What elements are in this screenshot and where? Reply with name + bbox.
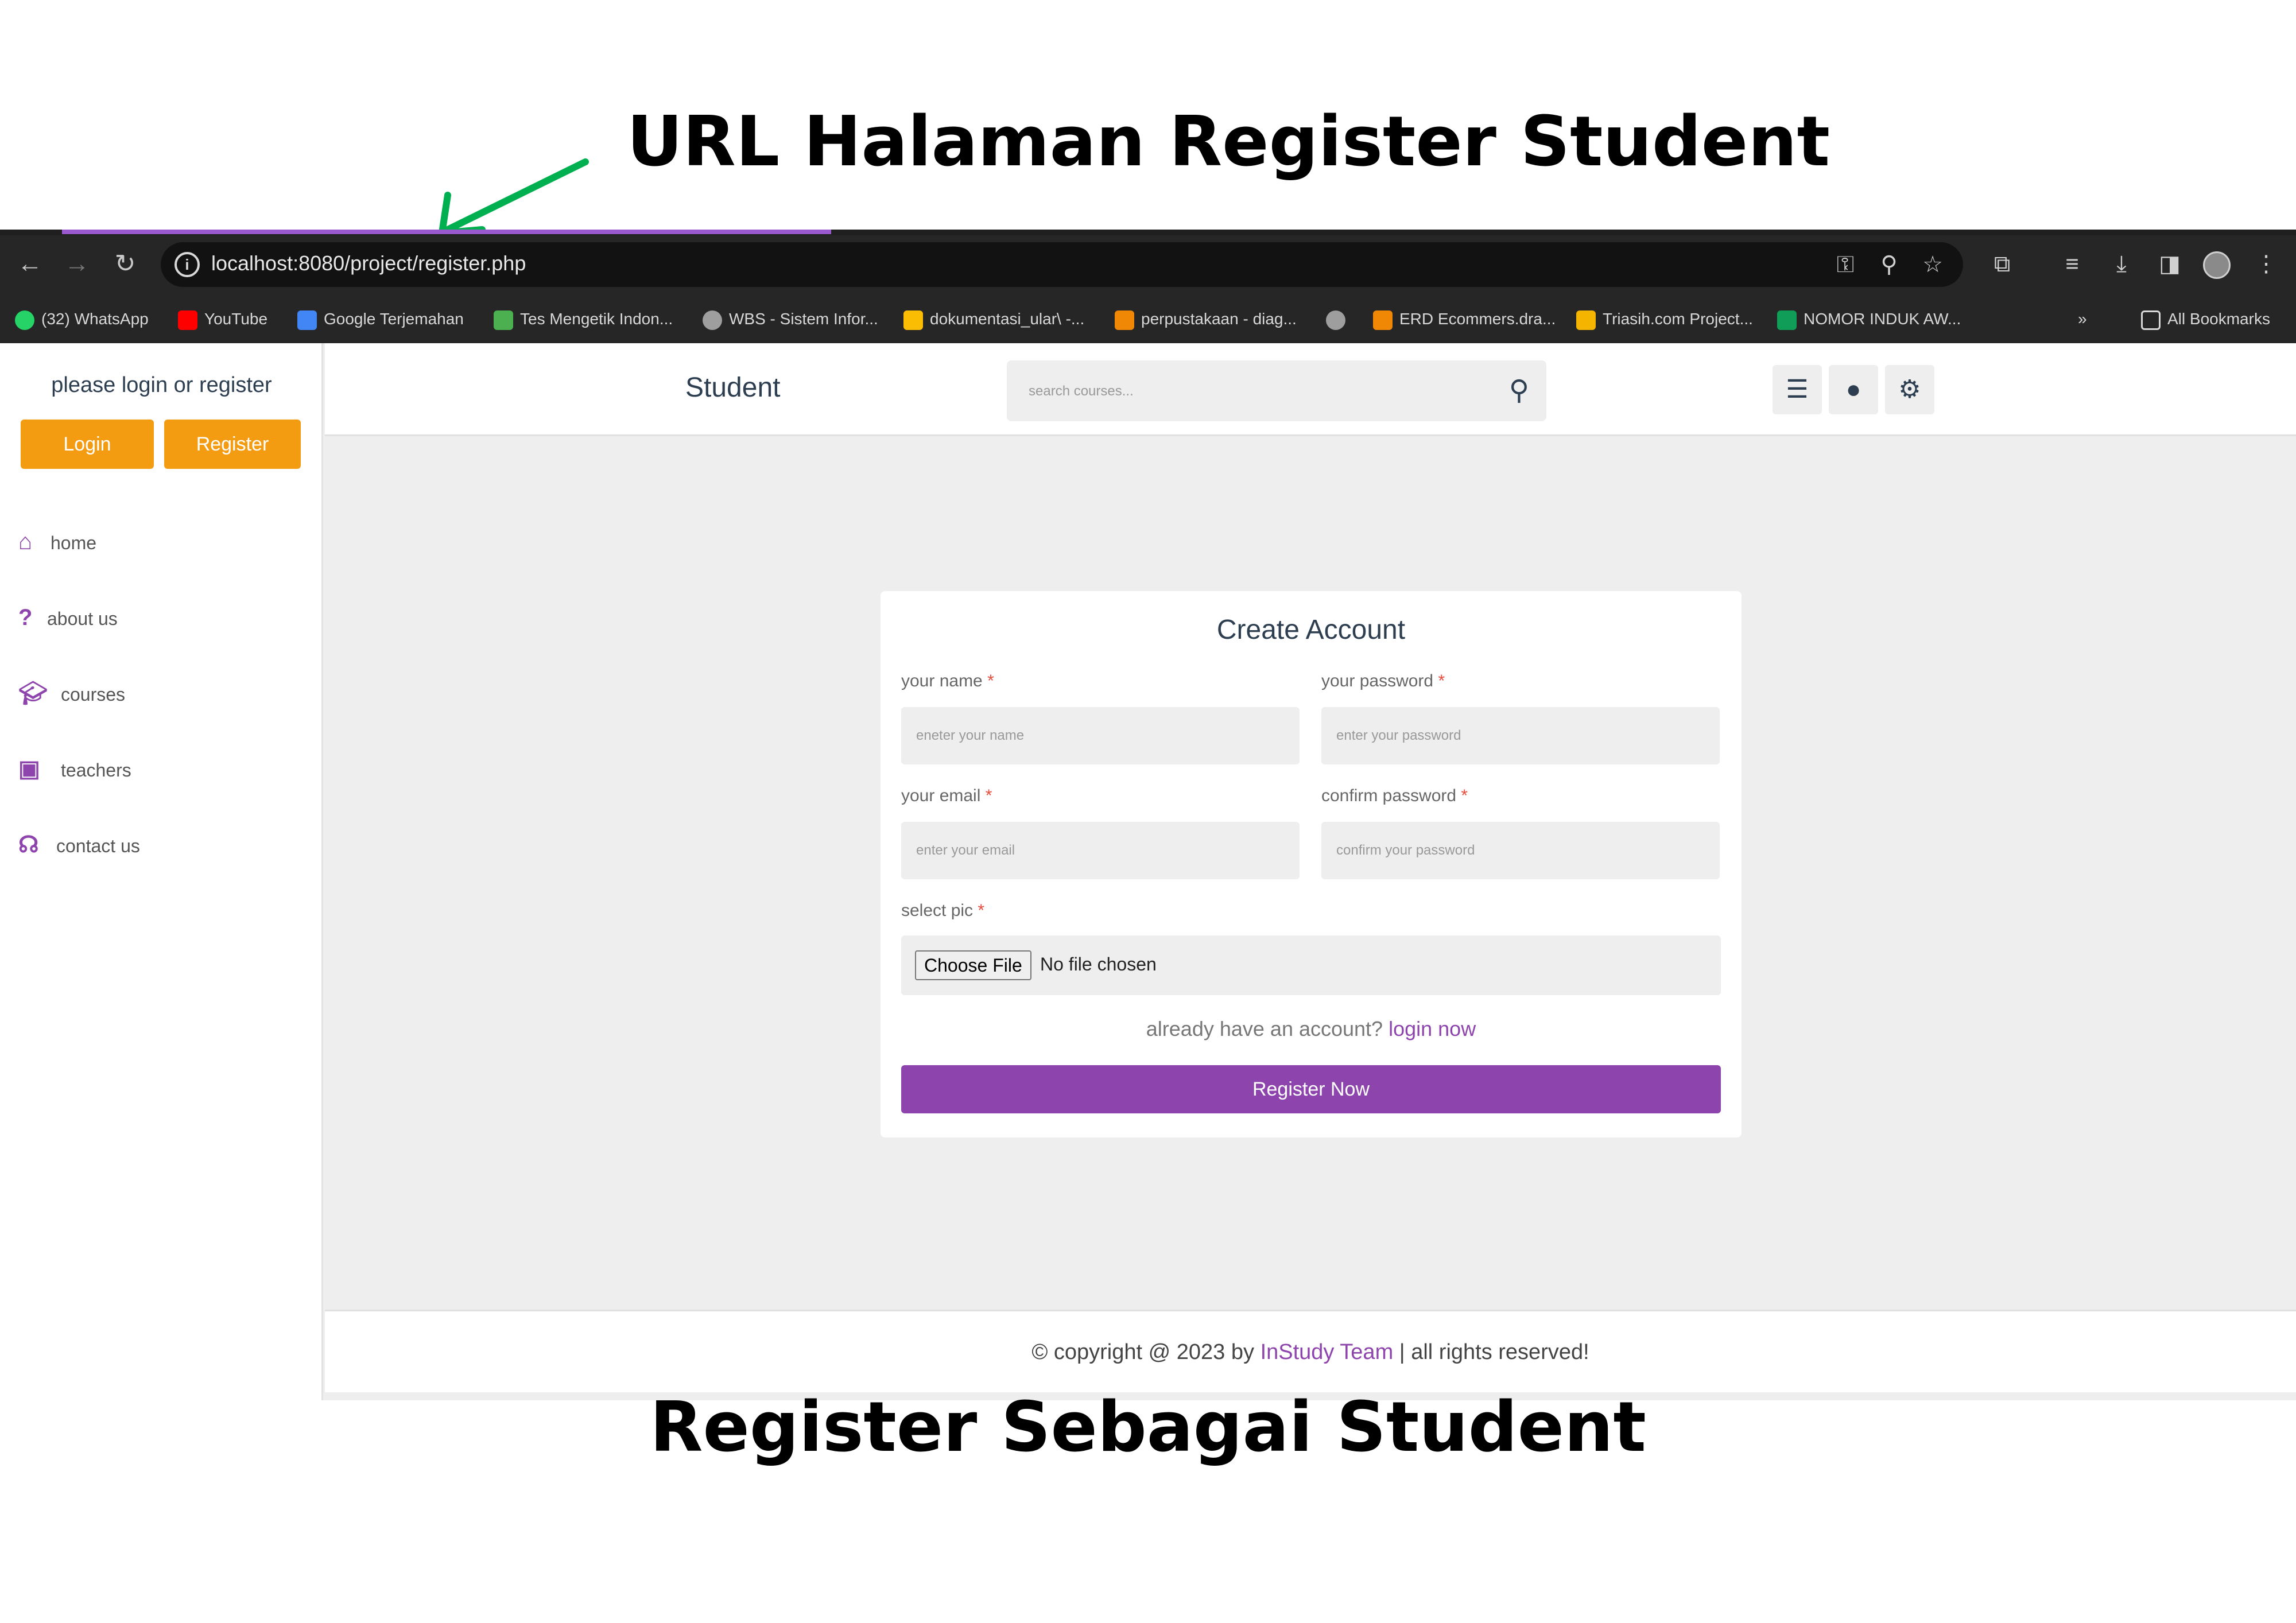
site-footer: © copyright @ 2023 by InStudy Team | all… (325, 1310, 2296, 1392)
annotation-arrow (439, 158, 589, 236)
required-mark: * (1461, 786, 1468, 805)
bookmarks-overflow-icon[interactable]: » (2078, 308, 2087, 331)
confirm-password-label: confirm password * (1321, 786, 1468, 805)
google-translate-icon (297, 310, 317, 330)
bookmark-wbs[interactable]: WBS - Sistem Infor... (703, 308, 878, 331)
side-panel-icon[interactable]: ◨ (2154, 248, 2186, 280)
address-bar[interactable]: i localhost:8080/project/register.php ⚿ … (161, 242, 1963, 287)
globe-icon (703, 310, 722, 330)
google-drive-icon (903, 310, 923, 330)
confirm-password-field[interactable]: confirm your password (1321, 822, 1720, 879)
password-label: your password * (1321, 671, 1445, 690)
login-button[interactable]: Login (21, 420, 154, 469)
form-title: Create Account (1216, 615, 1406, 645)
search-icon[interactable]: ⚲ (1509, 375, 1529, 406)
bookmark-typing-test[interactable]: Tes Mengetik Indon... (494, 308, 673, 331)
annotation-bottom-title: Register Sebagai Student (650, 1388, 1646, 1467)
select-pic-label: select pic * (901, 901, 985, 920)
choose-file-button[interactable]: Choose File (915, 950, 1031, 980)
browser-toolbar: ← → ↻ i localhost:8080/project/register.… (0, 235, 2296, 293)
required-mark: * (987, 671, 994, 690)
register-button[interactable]: Register (164, 420, 301, 469)
required-mark: * (1438, 671, 1445, 690)
no-file-text: No file chosen (1040, 954, 1157, 974)
page-loading-bar (62, 230, 831, 234)
whatsapp-icon (15, 310, 34, 330)
forward-arrow-icon[interactable]: → (60, 247, 94, 281)
home-icon: ⌂ (18, 529, 33, 554)
typing-test-icon (494, 310, 513, 330)
chalkboard-teacher-icon: ▣ (18, 756, 40, 782)
all-bookmarks[interactable]: All Bookmarks (2141, 308, 2270, 331)
file-input: Choose File No file chosen (901, 935, 1721, 995)
site-info-icon[interactable]: i (174, 252, 200, 277)
bookmark-erd[interactable]: ERD Ecommers.dra... (1373, 308, 1556, 331)
footer-text: © copyright @ 2023 by InStudy Team | all… (1031, 1340, 1589, 1364)
url-text[interactable]: localhost:8080/project/register.php (211, 251, 526, 275)
required-mark: * (978, 901, 985, 920)
bookmark-star-icon[interactable]: ☆ (1918, 250, 1947, 279)
reload-icon[interactable]: ↻ (108, 247, 142, 281)
password-key-icon[interactable]: ⚿ (1831, 250, 1860, 279)
bookmark-perpustakaan[interactable]: perpustakaan - diag... (1115, 308, 1297, 331)
sidebar-greeting: please login or register (51, 373, 272, 397)
password-field[interactable]: enter your password (1321, 707, 1720, 764)
extensions-icon[interactable]: ⧉ (1986, 248, 2018, 280)
register-now-button[interactable]: Register Now (901, 1065, 1721, 1113)
google-sheets-icon (1777, 310, 1797, 330)
web-page: please login or register Login Register … (0, 343, 2296, 1400)
user-icon[interactable]: ● (1829, 365, 1878, 414)
footer-team-link[interactable]: InStudy Team (1261, 1340, 1394, 1364)
download-icon[interactable]: ⤓ (2105, 248, 2138, 280)
youtube-icon (178, 310, 197, 330)
login-now-link[interactable]: login now (1389, 1017, 1476, 1040)
sidebar-item-teachers[interactable]: ▣ teachers (18, 752, 131, 786)
sidebar-item-contact-us[interactable]: ☊ contact us (18, 828, 140, 862)
name-label: your name * (901, 671, 994, 690)
site-header: Student search courses... ⚲ ☰ ● ⚙ (325, 343, 2296, 436)
search-input[interactable]: search courses... ⚲ (1007, 360, 1546, 421)
bookmark-nomor-induk[interactable]: NOMOR INDUK AW... (1777, 308, 1961, 331)
folder-icon (2141, 310, 2161, 330)
bookmark-globe[interactable] (1326, 308, 1352, 331)
gear-icon[interactable]: ⚙ (1885, 365, 1934, 414)
globe-icon (1326, 310, 1345, 330)
email-field[interactable]: enter your email (901, 822, 1300, 879)
back-arrow-icon[interactable]: ← (13, 247, 47, 281)
register-form-card: Create Account your name * eneter your n… (881, 591, 1742, 1137)
bookmark-triasih[interactable]: Triasih.com Project... (1576, 308, 1753, 331)
bookmark-whatsapp[interactable]: (32) WhatsApp (15, 308, 149, 331)
bookmarks-bar: (32) WhatsApp YouTube Google Terjemahan … (0, 293, 2296, 343)
menu-bars-icon[interactable]: ☰ (1773, 365, 1822, 414)
search-placeholder: search courses... (1029, 383, 1134, 399)
bookmark-google-translate[interactable]: Google Terjemahan (297, 308, 464, 331)
more-menu-icon[interactable]: ⋮ (2250, 248, 2282, 280)
sidebar: please login or register Login Register … (0, 343, 323, 1400)
email-label: your email * (901, 786, 992, 805)
browser-window: ← → ↻ i localhost:8080/project/register.… (0, 230, 2296, 1400)
login-prompt: already have an account? login now (1146, 1017, 1476, 1040)
sidebar-item-home[interactable]: ⌂ home (18, 525, 96, 559)
annotation-top-title: URL Halaman Register Student (626, 102, 1830, 182)
bookmark-dokumentasi[interactable]: dokumentasi_ular\ -... (903, 308, 1084, 331)
sidebar-item-courses[interactable]: 🎓︎ courses (18, 676, 125, 710)
media-queue-icon[interactable]: ≡ (2056, 248, 2088, 280)
drawio-icon (1373, 310, 1393, 330)
question-icon: ? (18, 605, 33, 630)
required-mark: * (985, 786, 992, 805)
profile-avatar-icon[interactable] (2203, 251, 2231, 279)
drawio-icon (1115, 310, 1134, 330)
headset-icon: ☊ (18, 832, 39, 857)
name-field[interactable]: eneter your name (901, 707, 1300, 764)
bookmark-youtube[interactable]: YouTube (178, 308, 267, 331)
sidebar-item-about-us[interactable]: ? about us (18, 600, 118, 635)
site-logo[interactable]: Student (685, 372, 780, 403)
google-slides-icon (1576, 310, 1596, 330)
graduation-cap-icon: 🎓︎ (18, 681, 48, 706)
zoom-icon[interactable]: ⚲ (1875, 250, 1903, 279)
